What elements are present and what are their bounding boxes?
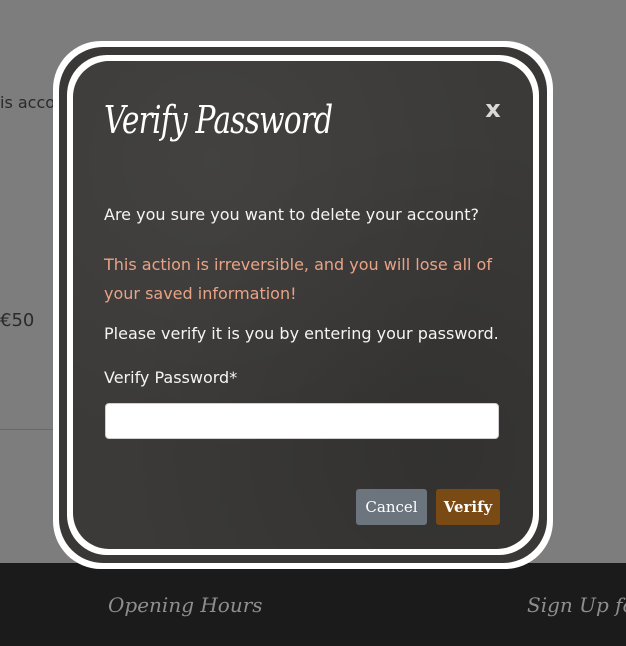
modal-title: Verify Password: [104, 98, 333, 142]
verify-button[interactable]: Verify: [436, 489, 500, 525]
password-input[interactable]: [105, 403, 499, 439]
verify-instruction: Please verify it is you by entering your…: [104, 324, 499, 343]
footer-signup-title: Sign Up for: [527, 593, 626, 617]
close-icon[interactable]: x: [482, 96, 504, 122]
cancel-button[interactable]: Cancel: [356, 489, 427, 525]
background-text: is acco: [0, 93, 56, 112]
footer: Opening Hours Sign Up for: [0, 563, 626, 646]
footer-opening-hours-title: Opening Hours: [108, 593, 263, 617]
irreversible-warning: This action is irreversible, and you wil…: [104, 255, 492, 303]
background-price: €50: [0, 310, 35, 331]
delete-confirm-question: Are you sure you want to delete your acc…: [104, 205, 480, 224]
password-label: Verify Password*: [104, 368, 238, 387]
